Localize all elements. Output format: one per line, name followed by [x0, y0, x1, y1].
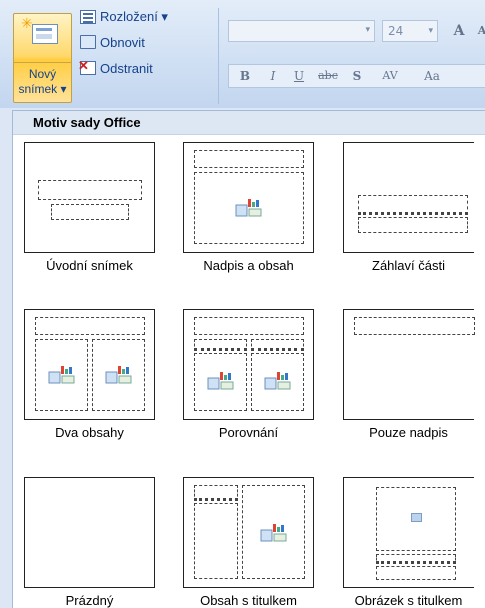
bold-button[interactable]: B — [235, 65, 255, 87]
placeholder-subtitle — [51, 204, 129, 220]
font-size-value: 24 — [388, 24, 404, 38]
placeholder-content-left — [194, 353, 247, 411]
underline-button[interactable]: U — [289, 65, 309, 87]
layout-thumbnail — [343, 477, 474, 588]
content-icons-icon — [235, 197, 263, 217]
layout-thumbnail — [183, 477, 314, 588]
placeholder-picture — [376, 487, 456, 551]
placeholder-content-right — [251, 353, 304, 411]
content-icons-icon — [105, 364, 133, 384]
delete-icon — [78, 58, 96, 75]
placeholder-content — [242, 485, 305, 579]
font-size-combobox[interactable]: 24 ▾ — [382, 20, 438, 42]
layout-caption: Porovnání — [218, 425, 279, 440]
layout-caption: Záhlaví části — [372, 258, 445, 273]
content-icons-icon — [264, 370, 292, 390]
placeholder-content-right — [92, 339, 145, 411]
layout-thumbnail — [343, 142, 474, 253]
layout-button[interactable]: Rozložení ▾ — [80, 7, 168, 27]
picture-icon — [411, 513, 422, 522]
ribbon: ✳ Nový snímek ▾ Rozložení ▾ Obnovit Odst… — [0, 0, 485, 108]
placeholder-content-left — [35, 339, 88, 411]
placeholder-title — [354, 317, 475, 335]
shadow-button[interactable]: S — [347, 65, 367, 87]
reset-label: Obnovit — [100, 34, 145, 50]
layout-thumbnail — [24, 309, 155, 420]
character-spacing-button[interactable]: AV — [373, 65, 407, 87]
new-star-icon: ✳ — [21, 16, 33, 32]
placeholder-title — [194, 150, 304, 168]
new-slide-button[interactable]: ✳ Nový snímek ▾ — [13, 13, 72, 103]
placeholder-title — [35, 317, 145, 335]
placeholder-text — [358, 217, 468, 233]
placeholder-text — [194, 503, 238, 579]
layout-caption: Obsah s titulkem — [200, 593, 297, 608]
italic-button[interactable]: I — [263, 65, 283, 87]
chevron-down-icon[interactable]: ▾ — [428, 21, 433, 41]
content-icons-icon — [48, 364, 76, 384]
layout-thumbnail — [24, 477, 155, 588]
chevron-down-icon[interactable]: ▾ — [365, 25, 370, 35]
content-icons-icon — [260, 522, 288, 542]
placeholder-title — [194, 317, 304, 335]
strikethrough-button[interactable]: abc — [313, 65, 343, 87]
layout-caption: Prázdný — [65, 593, 114, 608]
layout-thumbnail — [24, 142, 155, 253]
placeholder-title — [38, 180, 142, 200]
grow-font-button[interactable]: A — [447, 20, 471, 42]
reset-button[interactable]: Obnovit — [80, 32, 145, 52]
layout-gallery: Motiv sady Office Úvodní snímek Nadpis a… — [12, 110, 485, 608]
font-name-combobox[interactable]: ▾ — [228, 20, 375, 42]
delete-label: Odstranit — [100, 60, 153, 76]
placeholder-heading-right — [251, 339, 304, 351]
reset-icon — [80, 35, 96, 49]
new-slide-label-line1: Nový — [28, 67, 57, 81]
layout-caption: Úvodní snímek — [46, 258, 133, 273]
ribbon-separator — [218, 8, 219, 104]
shrink-font-button[interactable]: A — [470, 20, 485, 42]
layout-thumbnail — [343, 309, 475, 420]
placeholder-title — [376, 554, 456, 564]
layout-caption: Nadpis a obsah — [203, 258, 294, 273]
content-icons-icon — [207, 370, 235, 390]
layout-icon — [80, 10, 96, 24]
placeholder-text — [376, 566, 456, 580]
layout-thumbnail — [183, 309, 314, 420]
placeholder-title — [194, 485, 238, 501]
layout-caption: Obrázek s titulkem — [354, 593, 463, 608]
layout-caption: Dva obsahy — [55, 425, 124, 440]
change-case-button[interactable]: Aa — [417, 65, 447, 87]
delete-button[interactable]: Odstranit — [78, 58, 153, 78]
placeholder-content — [194, 172, 304, 244]
slide-icon — [32, 24, 58, 44]
placeholder-title — [358, 195, 468, 215]
gallery-header: Motiv sady Office — [13, 111, 485, 135]
format-toolbar: B I U abc S AV Aa — [228, 64, 485, 88]
new-slide-label-line2[interactable]: snímek ▾ — [14, 82, 71, 96]
layout-thumbnail — [183, 142, 314, 253]
layout-label: Rozložení ▾ — [100, 9, 168, 24]
layout-caption: Pouze nadpis — [369, 425, 448, 440]
placeholder-heading-left — [194, 339, 247, 351]
